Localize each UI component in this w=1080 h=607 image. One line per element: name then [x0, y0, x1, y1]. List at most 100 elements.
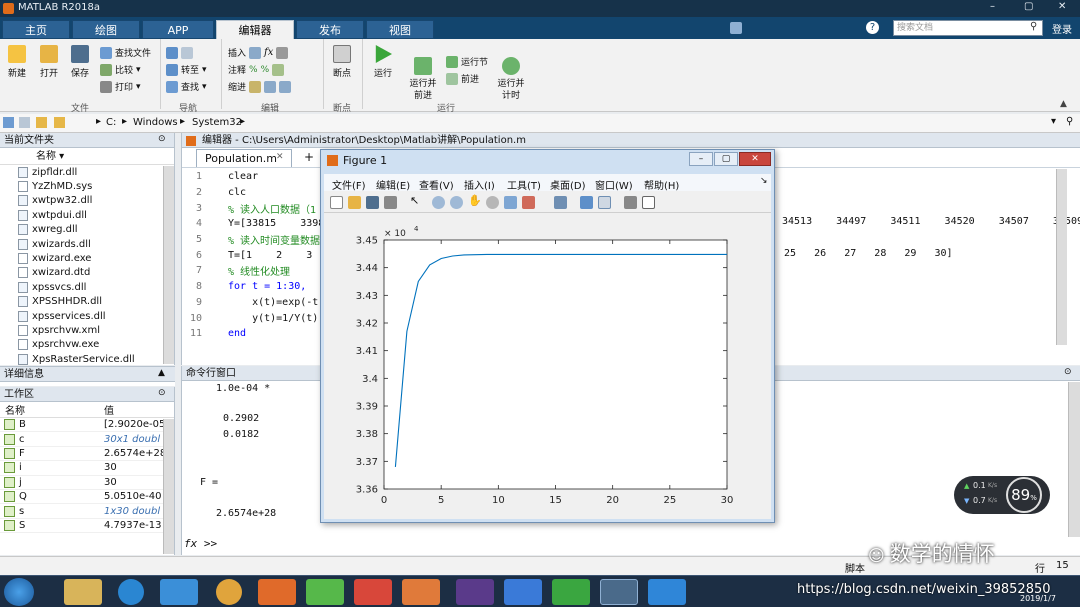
menu-file[interactable]: 文件(F): [332, 177, 366, 192]
matlab-task-icon[interactable]: [600, 579, 638, 605]
breadcrumb-c[interactable]: C:: [106, 117, 116, 128]
details-expand-icon[interactable]: ▲: [158, 368, 165, 378]
search-folder-icon[interactable]: ⚲: [1066, 116, 1073, 127]
list-item[interactable]: xwizards.dll: [0, 237, 174, 251]
new-figure-icon[interactable]: [330, 196, 343, 209]
hide-tools-icon[interactable]: [624, 196, 637, 209]
indent-button[interactable]: 缩进: [228, 78, 292, 95]
list-item[interactable]: YzZhMD.sys: [0, 179, 174, 193]
command-menu-icon[interactable]: ⊙: [1064, 367, 1072, 377]
command-prompt[interactable]: fx >>: [184, 537, 217, 550]
list-item[interactable]: xwizard.exe: [0, 251, 174, 265]
list-item[interactable]: XPSSHHDR.dll: [0, 295, 174, 309]
run-button[interactable]: 运行: [368, 45, 398, 79]
tab-view[interactable]: 视图: [366, 20, 434, 39]
list-item[interactable]: xwtpdui.dll: [0, 208, 174, 222]
firefox-icon[interactable]: [258, 579, 296, 605]
wechat-app-icon[interactable]: [552, 579, 590, 605]
menu-desktop[interactable]: 桌面(D): [550, 177, 586, 192]
table-row[interactable]: B [2.9020e-05: [0, 418, 174, 433]
link-plot-icon[interactable]: [554, 196, 567, 209]
close-tab-icon[interactable]: ✕: [276, 152, 284, 162]
maximize-icon[interactable]: ▢: [1024, 1, 1033, 12]
editor-scrollbar[interactable]: [1056, 169, 1067, 345]
table-row[interactable]: c 30x1 doubl: [0, 432, 174, 447]
search-icon[interactable]: ⚲: [1030, 21, 1037, 32]
collapse-ribbon-icon[interactable]: ▲: [1060, 99, 1067, 109]
print-icon[interactable]: [384, 196, 397, 209]
menu-tools[interactable]: 工具(T): [507, 177, 541, 192]
zoom-in-icon[interactable]: [432, 196, 445, 209]
tab-editor[interactable]: 编辑器: [216, 20, 294, 39]
menu-insert[interactable]: 插入(I): [464, 177, 495, 192]
menu-edit[interactable]: 编辑(E): [376, 177, 410, 192]
back-forward-buttons[interactable]: [166, 44, 207, 61]
list-item[interactable]: xpsrchvw.exe: [0, 338, 174, 352]
dock-icon[interactable]: ↘: [760, 176, 768, 186]
pan-icon[interactable]: ✋: [468, 194, 482, 207]
open-button[interactable]: 打开: [36, 45, 62, 79]
forward-icon[interactable]: [19, 117, 30, 128]
fx-icon[interactable]: fx: [264, 47, 273, 58]
legend-icon[interactable]: [598, 196, 611, 209]
insert-button[interactable]: 插入 fx: [228, 44, 291, 61]
workspace-scrollbar[interactable]: [163, 419, 174, 554]
menu-view[interactable]: 查看(V): [419, 177, 454, 192]
sogou-icon[interactable]: [118, 579, 144, 605]
breadcrumb-system32[interactable]: System32: [192, 117, 242, 128]
table-row[interactable]: Q 5.0510e-40: [0, 490, 174, 505]
zoom-out-icon[interactable]: [450, 196, 463, 209]
panel-menu-icon[interactable]: ⊙: [158, 134, 166, 144]
pinwheel-icon[interactable]: [306, 579, 344, 605]
comment-button[interactable]: 注释%%: [228, 61, 291, 78]
goto-button[interactable]: 转至 ▾: [166, 61, 207, 78]
find-button[interactable]: 查找 ▾: [166, 78, 207, 95]
list-item[interactable]: xwreg.dll: [0, 223, 174, 237]
folder-column-header[interactable]: 名称 ▾: [0, 148, 174, 165]
search-input[interactable]: 搜索文档: [893, 20, 1043, 36]
address-dropdown-icon[interactable]: ▾: [1051, 116, 1056, 127]
table-row[interactable]: F 2.6574e+28: [0, 447, 174, 462]
command-scrollbar[interactable]: [1068, 382, 1080, 537]
run-section-button[interactable]: 运行节: [446, 53, 488, 70]
table-row[interactable]: S 4.7937e-13: [0, 519, 174, 534]
up-folder-icon[interactable]: [36, 117, 47, 128]
chrome-icon[interactable]: [216, 579, 242, 605]
new-button[interactable]: 新建: [4, 45, 30, 79]
list-item[interactable]: xpsrchvw.xml: [0, 323, 174, 337]
browse-icon[interactable]: [54, 117, 65, 128]
show-tools-icon[interactable]: [642, 196, 655, 209]
advance-button[interactable]: 前进: [446, 70, 488, 87]
memory-gauge[interactable]: 89%: [1006, 477, 1042, 513]
line-chart[interactable]: 0 5 10 15 20 25 30 3.36 3.37 3.38 3.39 3.4 3.41 3.42 3…: [324, 213, 771, 519]
save-icon[interactable]: [366, 196, 379, 209]
figure-window[interactable]: Figure 1 – ▢ ✕ 文件(F) 编辑(E) 查看(V) 插入(I) 工…: [320, 149, 775, 523]
list-item[interactable]: zipfldr.dll: [0, 165, 174, 179]
open-icon[interactable]: [348, 196, 361, 209]
tab-plots[interactable]: 绘图: [72, 20, 140, 39]
app-orange-icon[interactable]: [402, 579, 440, 605]
folder-scrollbar[interactable]: [163, 166, 174, 364]
new-tab-icon[interactable]: +: [304, 150, 314, 164]
tab-home[interactable]: 主页: [2, 20, 70, 39]
breakpoints-button[interactable]: 断点: [328, 45, 356, 79]
save-button[interactable]: 保存: [67, 45, 93, 79]
list-item[interactable]: xwizard.dtd: [0, 266, 174, 280]
pointer-icon[interactable]: ↖: [410, 194, 423, 207]
netease-music-icon[interactable]: [354, 579, 392, 605]
explorer-icon[interactable]: [64, 579, 102, 605]
tab-apps[interactable]: APP: [142, 20, 214, 39]
colorbar-icon[interactable]: [580, 196, 593, 209]
start-button[interactable]: [4, 578, 34, 606]
list-item[interactable]: xpssvcs.dll: [0, 280, 174, 294]
help-icon[interactable]: ?: [866, 21, 879, 34]
run-and-time-button[interactable]: 运行并 计时: [494, 45, 528, 102]
figure-minimize-icon[interactable]: –: [689, 152, 713, 166]
workspace-column-header[interactable]: 名称 值: [0, 402, 174, 418]
workspace-menu-icon[interactable]: ⊙: [158, 388, 166, 398]
menu-window[interactable]: 窗口(W): [595, 177, 633, 192]
close-icon[interactable]: ✕: [1058, 1, 1066, 12]
login-link[interactable]: 登录: [1052, 21, 1072, 36]
table-row[interactable]: j 30: [0, 476, 174, 490]
details-header[interactable]: 详细信息: [0, 367, 175, 382]
